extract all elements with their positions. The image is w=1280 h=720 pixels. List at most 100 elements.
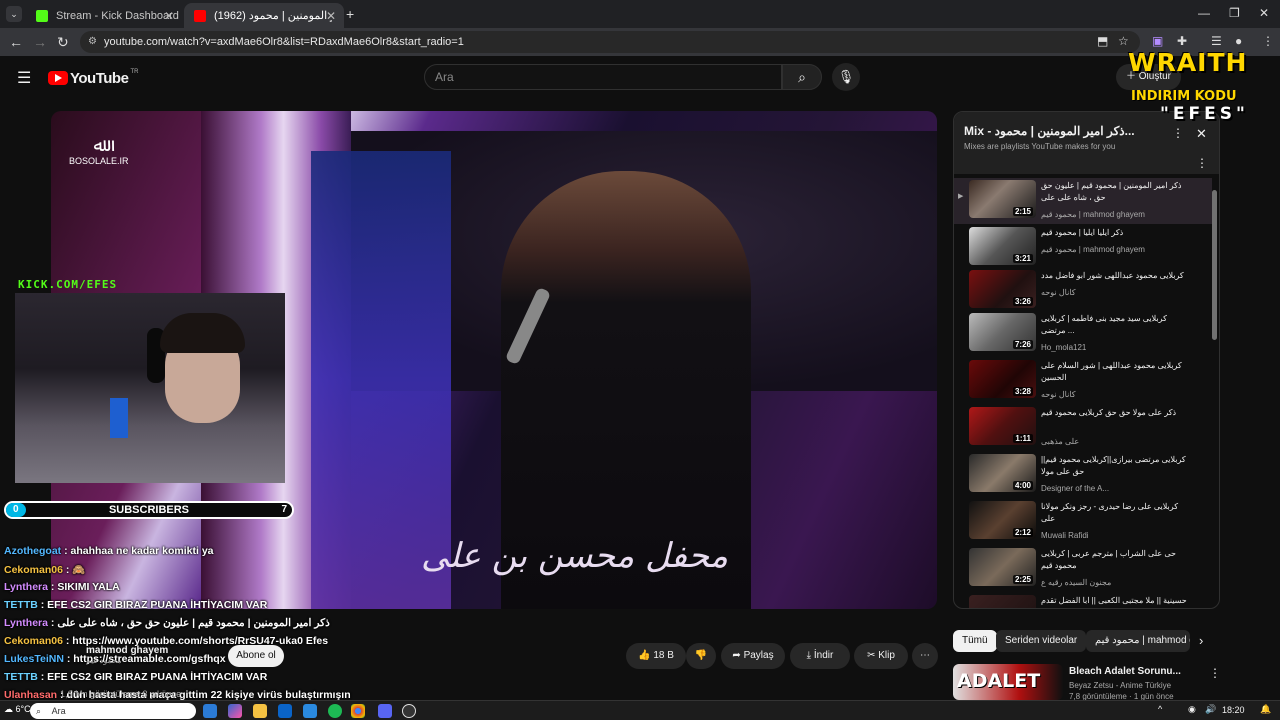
chat-user: Lynthera <box>4 617 48 629</box>
obs-icon[interactable] <box>402 704 416 718</box>
forward-icon[interactable]: → <box>33 34 47 50</box>
close-icon[interactable]: ✕ <box>326 9 336 23</box>
playlist-item-title[interactable]: کربلایی محمود عبداللهی شور ابو فاضل مدد <box>1041 270 1191 282</box>
like-button[interactable]: 👍 18 B <box>626 643 686 669</box>
playlist-thumbnail[interactable]: 4:00 <box>969 454 1036 492</box>
chevron-right-icon[interactable]: › <box>1199 633 1203 648</box>
bookmark-star-icon[interactable]: ☆ <box>1118 34 1129 48</box>
volume-icon[interactable]: 🔊 <box>1205 704 1216 715</box>
search-input[interactable]: Ara <box>424 64 782 90</box>
notification-icon[interactable]: 🔔 <box>1260 704 1271 715</box>
playlist-item[interactable]: 4:00 کربلایی مرتضی بیرازی||کربلایی محمود… <box>954 452 1212 498</box>
store-icon[interactable] <box>303 704 317 718</box>
install-icon[interactable]: ⬒ <box>1097 34 1108 48</box>
window-close-icon[interactable]: ✕ <box>1259 6 1269 20</box>
taskbar-search[interactable]: ⌕ Ara <box>30 703 196 719</box>
clip-button[interactable]: ✂ Klip <box>854 643 908 669</box>
close-icon[interactable]: ✕ <box>1196 126 1207 142</box>
playlist-thumbnail[interactable] <box>969 595 1036 608</box>
youtube-logo[interactable]: YouTube TR <box>48 69 138 87</box>
extension-twitch-icon[interactable]: ▣ <box>1152 34 1163 48</box>
duration: 2:25 <box>1012 575 1033 584</box>
playlist-thumbnail[interactable]: 3:26 <box>969 270 1036 308</box>
playlist-item[interactable]: 2:25 حی علی الشراب | مترجم عربی | کربلای… <box>954 546 1212 592</box>
reload-icon[interactable]: ↻ <box>57 34 69 51</box>
share-button[interactable]: ➦ Paylaş <box>721 643 785 669</box>
new-tab-icon[interactable]: + <box>346 6 354 22</box>
outlook-icon[interactable] <box>278 704 292 718</box>
chat-message: TETTB : EFE CS2 GIR BIRAZ PUANA İHTİYACI… <box>4 671 268 683</box>
channel-info[interactable]: mahmod ghayem محمود قیم <box>86 645 168 665</box>
recommendation-item[interactable]: ADALET Bleach Adalet Sorunu... Beyaz Zet… <box>953 664 1223 700</box>
playlist-item-title[interactable]: حی علی الشراب | مترجم عربی | کربلایی محم… <box>1041 548 1191 572</box>
playlist-thumbnail[interactable]: 7:26 <box>969 313 1036 351</box>
site-info-icon[interactable]: ⚙ <box>88 31 97 53</box>
voice-search-button[interactable]: 🎙 <box>832 63 860 91</box>
playlist-item[interactable]: حسینیة || ملا مجتبی الکعبی || ابا الفضل … <box>954 593 1212 608</box>
clock[interactable]: 18:20 <box>1222 705 1245 715</box>
reading-list-icon[interactable]: ☰ <box>1211 34 1222 48</box>
playlist-thumbnail[interactable]: 2:15 <box>969 180 1036 218</box>
tab-search-icon[interactable]: ⌄ <box>6 6 22 22</box>
recommendation-title[interactable]: Bleach Adalet Sorunu... <box>1069 666 1181 677</box>
profile-icon[interactable]: ● <box>1235 34 1242 48</box>
playlist-item-title[interactable]: کربلایی مرتضی بیرازی||کربلایی محمود قیم|… <box>1041 454 1191 478</box>
chat-user: Azothegoat <box>4 545 62 557</box>
subscribe-button[interactable]: Abone ol <box>228 645 284 667</box>
playlist-item[interactable]: 1:11 ذکر علی مولا حق حق کربلایی محمود قی… <box>954 405 1212 451</box>
channel-name[interactable]: mahmod ghayem <box>86 645 168 656</box>
weather-widget[interactable]: ☁ 6°C <box>4 704 31 715</box>
playlist-item[interactable]: 2:12 کربلایی علی رضا حیدری - رجز ونکر مو… <box>954 499 1212 545</box>
playlist-item[interactable]: 3:28 کربلایی محمود عبداللهی | شور السلام… <box>954 358 1212 404</box>
playlist-item-title[interactable]: کربلایی سید مجید بنی فاطمه | کربلایی مرت… <box>1041 313 1191 337</box>
playlist-item-title[interactable]: حسینیة || ملا مجتبی الکعبی || ابا الفضل … <box>1041 595 1191 607</box>
playlist-item[interactable]: 3:21 ذکر ایلیا ایلیا | محمود قیم محمود ق… <box>954 225 1212 271</box>
spotify-icon[interactable] <box>328 704 342 718</box>
playlist-item-title[interactable]: ذکر علی مولا حق حق کربلایی محمود قیم <box>1041 407 1191 419</box>
address-bar[interactable]: ⚙ youtube.com/watch?v=axdMae6Olr8&list=R… <box>80 31 1140 53</box>
more-actions-button[interactable]: ⋯ <box>912 643 938 669</box>
chip-all[interactable]: Tümü <box>953 630 997 652</box>
menu-icon[interactable]: ⋮ <box>1262 34 1274 48</box>
tray-chevron-icon[interactable]: ^ <box>1158 704 1162 714</box>
copilot-icon[interactable] <box>228 704 242 718</box>
search-button[interactable]: ⌕ <box>782 64 822 90</box>
chat-user: Cekoman06 <box>4 635 63 647</box>
playlist-item-title[interactable]: کربلایی علی رضا حیدری - رجز ونکر مولانا … <box>1041 501 1191 525</box>
playlist-item[interactable]: ▶ 2:15 ذکر امیر المومنین | محمود قیم | ع… <box>954 178 1212 224</box>
playlist-thumbnail[interactable]: 1:11 <box>969 407 1036 445</box>
more-icon[interactable]: ⋮ <box>1209 666 1221 680</box>
back-icon[interactable]: ← <box>9 34 23 50</box>
playlist-scrollbar[interactable] <box>1212 190 1217 340</box>
playlist-thumbnail[interactable]: 2:25 <box>969 548 1036 586</box>
close-icon[interactable]: ✕ <box>164 9 174 23</box>
network-icon[interactable]: ◉ <box>1188 704 1196 715</box>
chrome-icon[interactable] <box>351 704 365 718</box>
discord-icon[interactable] <box>378 704 392 718</box>
hamburger-menu-icon[interactable]: ☰ <box>17 68 31 88</box>
windows-icon[interactable] <box>203 704 217 718</box>
tab-kick-dashboard[interactable]: Stream - Kick Dashboard ✕ <box>26 3 182 28</box>
chip-series[interactable]: Seriden videolar <box>996 630 1087 652</box>
thumbnail-text: ADALET <box>957 670 1041 692</box>
playlist-item[interactable]: 3:26 کربلایی محمود عبداللهی شور ابو فاضل… <box>954 268 1212 314</box>
playlist-item-title[interactable]: ذکر ایلیا ایلیا | محمود قیم <box>1041 227 1191 239</box>
chip-channel[interactable]: محمود قیم | mahmod ghayem <box>1086 630 1190 652</box>
maximize-icon[interactable]: ❐ <box>1229 6 1240 20</box>
minimize-icon[interactable]: — <box>1198 6 1210 20</box>
playlist-thumbnail[interactable]: 2:12 <box>969 501 1036 539</box>
playlist-thumbnail[interactable]: 3:28 <box>969 360 1036 398</box>
playlist-item-title[interactable]: ذکر امیر المومنین | محمود قیم | علیون حق… <box>1041 180 1191 204</box>
url-text: youtube.com/watch?v=axdMae6Olr8&list=RDa… <box>104 36 464 48</box>
playlist-item-title[interactable]: کربلایی محمود عبداللهی | شور السلام علی … <box>1041 360 1191 384</box>
tab-youtube[interactable]: ذکر امیر المومنین | محمود (1962) ✕ <box>184 3 344 28</box>
dislike-button[interactable]: 👎 <box>686 643 716 669</box>
more-icon[interactable]: ⋮ <box>1172 126 1184 140</box>
playlist-more-icon[interactable]: ⋮ <box>1196 156 1208 170</box>
file-explorer-icon[interactable] <box>253 704 267 718</box>
download-button[interactable]: ⤓ İndir <box>790 643 850 669</box>
playlist-item[interactable]: 7:26 کربلایی سید مجید بنی فاطمه | کربلای… <box>954 311 1212 357</box>
extensions-icon[interactable]: ✚ <box>1177 34 1187 48</box>
playlist-thumbnail[interactable]: 3:21 <box>969 227 1036 265</box>
recommendation-thumbnail[interactable]: ADALET <box>953 664 1063 700</box>
